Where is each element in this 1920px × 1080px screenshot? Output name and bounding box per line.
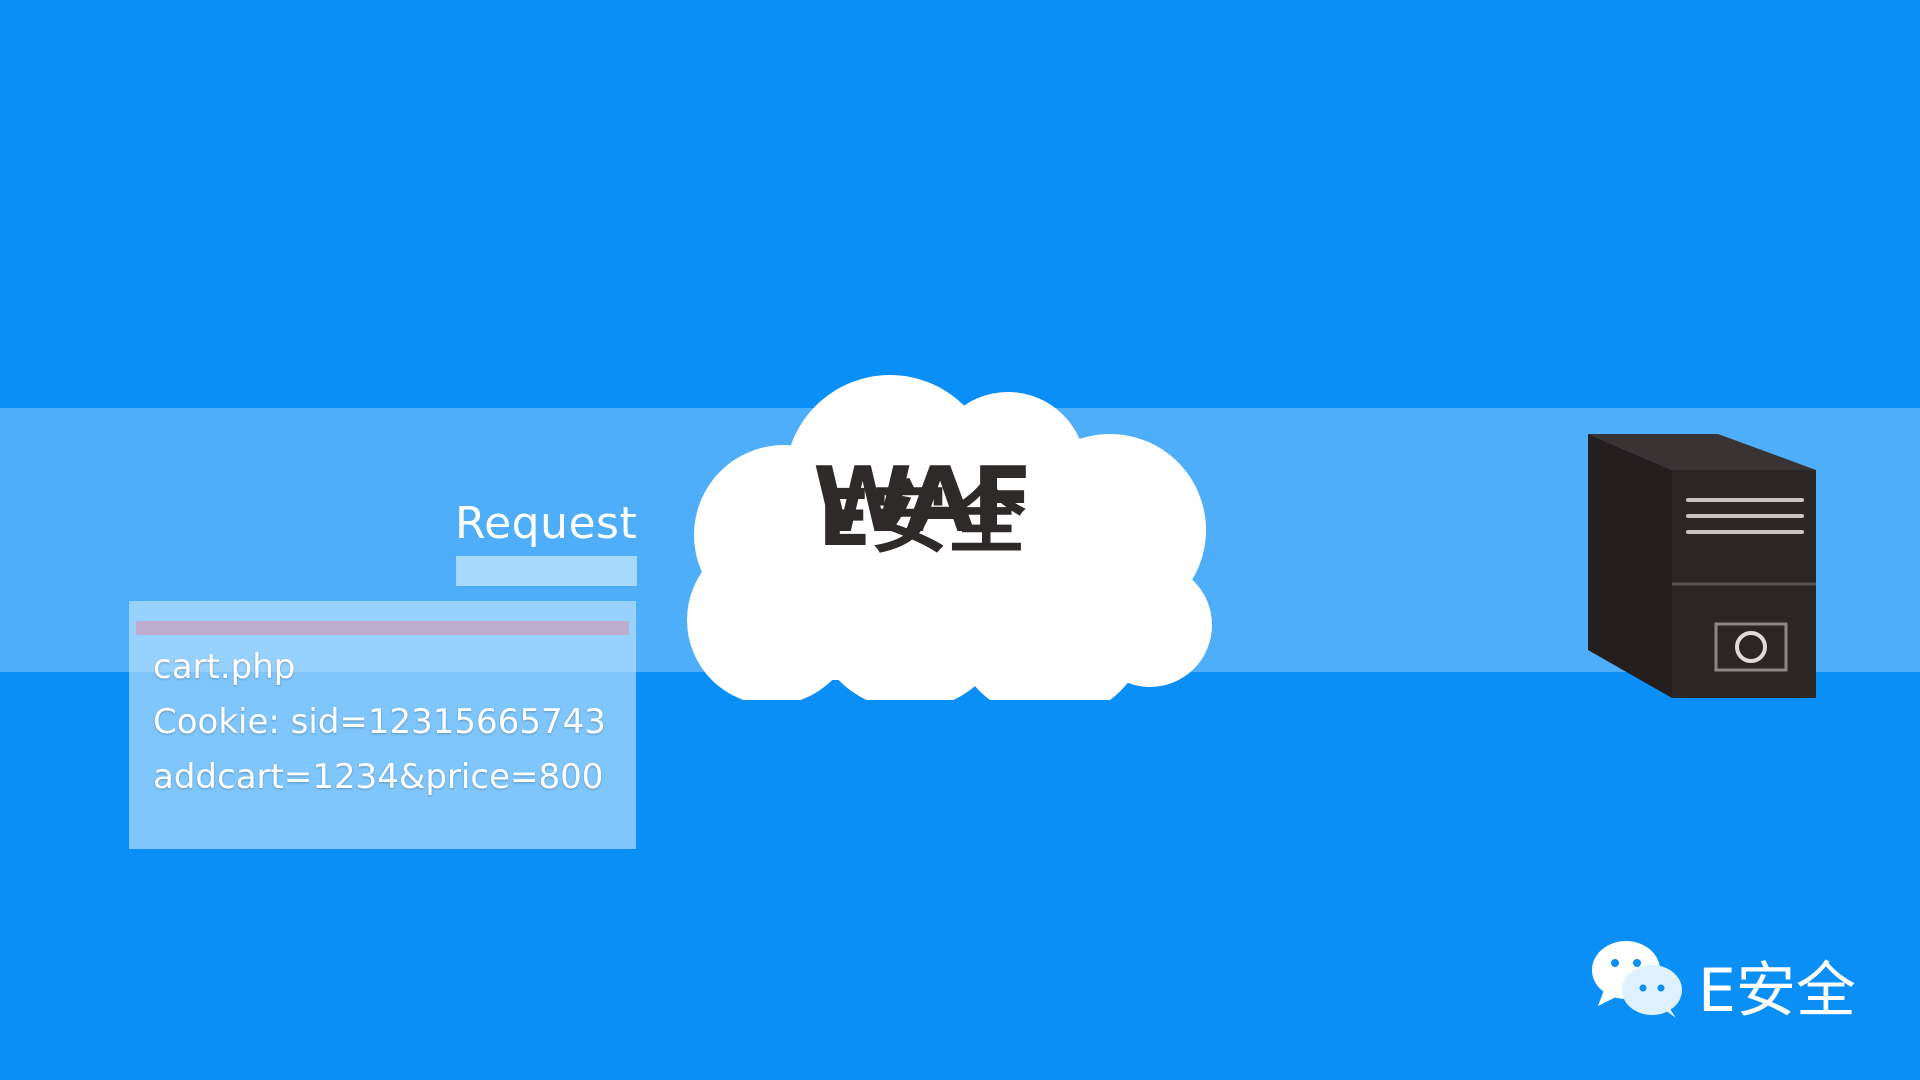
brand-text: E安全 (1698, 956, 1856, 1026)
waf-watermark: E安全 (818, 474, 1025, 564)
wechat-icon (1592, 941, 1682, 1018)
request-tab (456, 556, 637, 586)
request-panel: cart.php Cookie: sid=12315665743 addcart… (129, 601, 636, 849)
request-label: Request (455, 498, 638, 549)
request-url: cart.php (153, 647, 296, 687)
request-payload: addcart=1234&price=800 (153, 757, 604, 797)
server-icon (1588, 434, 1816, 698)
request-header-bar (136, 621, 629, 635)
request-cookie: Cookie: sid=12315665743 (153, 702, 606, 742)
